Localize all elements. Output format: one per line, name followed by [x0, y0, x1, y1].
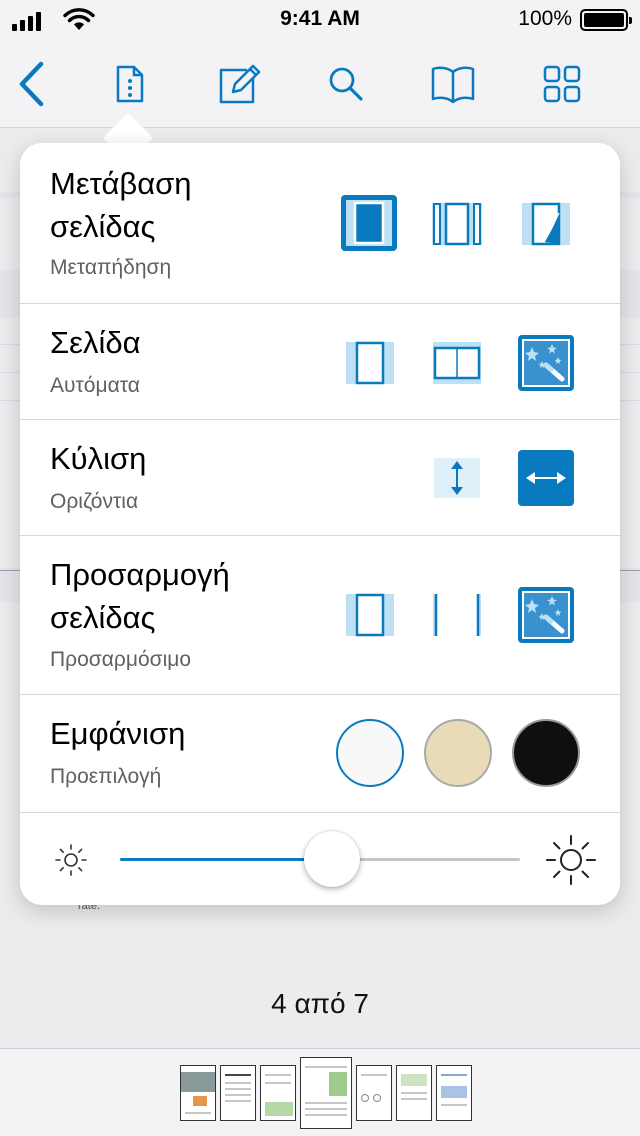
horizontal-scroll-icon[interactable]: [518, 450, 574, 506]
scroll-transition-icon[interactable]: [432, 201, 482, 247]
battery-percent: 100%: [518, 7, 572, 30]
transition-value: Μεταπήδηση: [50, 256, 172, 279]
thumbnail-strip: [0, 1048, 640, 1136]
sepia-theme-swatch[interactable]: [424, 719, 492, 787]
page-thumbnail-5[interactable]: [356, 1065, 392, 1121]
default-theme-swatch[interactable]: [336, 719, 404, 787]
single-page-icon[interactable]: [346, 340, 394, 386]
night-theme-swatch[interactable]: [512, 719, 580, 787]
adaptive-magic-wand-icon[interactable]: [518, 587, 574, 643]
page-thumbnail-6[interactable]: [396, 1065, 432, 1121]
brightness-slider-thumb[interactable]: [304, 831, 360, 887]
setting-row-appearance: Εμφάνιση Προεπιλογή: [20, 695, 620, 813]
scroll-value: Οριζόντια: [50, 490, 139, 513]
bookmarks-book-icon[interactable]: [425, 58, 481, 110]
brightness-high-icon: [544, 833, 598, 892]
grid-view-icon[interactable]: [534, 58, 590, 110]
transition-title-line2: σελίδας: [50, 209, 156, 244]
status-bar: 9:41 AM 100%: [0, 0, 640, 40]
page-thumbnail-1[interactable]: [180, 1065, 216, 1121]
scroll-title: Κύλιση: [50, 441, 147, 476]
page-thumbnail-3[interactable]: [260, 1065, 296, 1121]
setting-row-page: Σελίδα Αυτόματα: [20, 304, 620, 420]
fit-title-line1: Προσαρμογή: [50, 557, 230, 592]
page-value: Αυτόματα: [50, 374, 140, 397]
page-indicator: 4 από 7: [271, 988, 369, 1019]
battery-icon: [580, 9, 632, 31]
curl-transition-icon[interactable]: [522, 201, 570, 247]
appearance-value: Προεπιλογή: [50, 765, 162, 788]
page-title: Σελίδα: [50, 325, 141, 360]
page-thumbnail-4[interactable]: [300, 1057, 352, 1129]
document-options-icon[interactable]: [102, 58, 158, 110]
page-thumbnail-7[interactable]: [436, 1065, 472, 1121]
fit-title-line2: σελίδας: [50, 600, 156, 635]
fit-page-icon[interactable]: [346, 592, 394, 638]
view-settings-popover: Μετάβαση σελίδας Μεταπήδηση Σελίδα Αυτόμ…: [20, 143, 620, 905]
appearance-title: Εμφάνιση: [50, 716, 186, 751]
fit-width-icon[interactable]: [433, 592, 481, 638]
top-toolbar: [0, 40, 640, 128]
brightness-slider[interactable]: [120, 831, 520, 887]
transition-title-line1: Μετάβαση: [50, 166, 192, 201]
setting-row-scroll: Κύλιση Οριζόντια: [20, 420, 620, 536]
fit-value: Προσαρμόσιμο: [50, 648, 192, 671]
annotate-pencil-icon[interactable]: [212, 58, 268, 110]
back-chevron-icon[interactable]: [4, 58, 60, 110]
brightness-row: [20, 813, 620, 905]
brightness-low-icon: [52, 841, 90, 884]
jump-transition-icon[interactable]: [340, 194, 398, 252]
search-icon[interactable]: [318, 58, 374, 110]
page-thumbnail-2[interactable]: [220, 1065, 256, 1121]
setting-row-transition: Μετάβαση σελίδας Μεταπήδηση: [20, 143, 620, 304]
setting-row-fit: Προσαρμογή σελίδας Προσαρμόσιμο: [20, 536, 620, 695]
vertical-scroll-icon[interactable]: [434, 458, 480, 498]
automatic-magic-wand-icon[interactable]: [518, 335, 574, 391]
double-page-icon[interactable]: [433, 340, 481, 386]
